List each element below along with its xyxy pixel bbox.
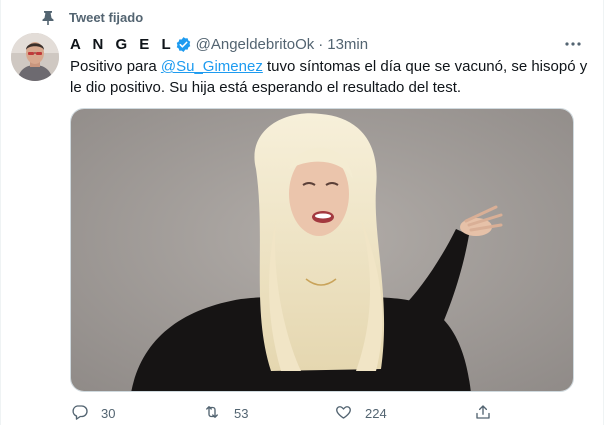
reply-icon [70, 403, 89, 424]
author-display-name[interactable]: A N G E L [70, 36, 175, 53]
verified-badge-icon [175, 36, 192, 53]
reply-button[interactable]: 30 [70, 403, 202, 424]
pinned-label: Tweet fijado [69, 9, 144, 25]
tweet-actions: 30 53 224 [70, 402, 500, 424]
tweet-text-start: Positivo para [70, 58, 161, 75]
author-handle[interactable]: @AngeldebritoOk [196, 36, 315, 53]
tweet-card[interactable]: Tweet fijado A N G E L @AngeldebritoOk ·… [0, 0, 604, 425]
avatar[interactable] [11, 33, 59, 81]
retweet-button[interactable]: 53 [202, 403, 334, 424]
pinned-indicator: Tweet fijado [41, 8, 143, 26]
tweet-header: A N G E L @AngeldebritoOk · 13min [70, 34, 589, 54]
like-button[interactable]: 224 [334, 403, 474, 424]
tweet-text: Positivo para @Su_Gimenez tuvo síntomas … [70, 56, 590, 98]
heart-icon [334, 403, 353, 424]
tweet-timestamp[interactable]: 13min [327, 36, 368, 53]
share-icon [474, 403, 492, 424]
retweet-count: 53 [234, 405, 249, 421]
meta-separator: · [318, 35, 324, 53]
retweet-icon [202, 403, 222, 424]
more-options-icon[interactable] [561, 34, 585, 54]
reply-count: 30 [101, 405, 116, 421]
like-count: 224 [365, 405, 387, 421]
pin-icon [41, 9, 55, 25]
mention-link[interactable]: @Su_Gimenez [161, 58, 263, 75]
tweet-photo[interactable] [70, 108, 574, 392]
share-button[interactable] [474, 403, 492, 424]
